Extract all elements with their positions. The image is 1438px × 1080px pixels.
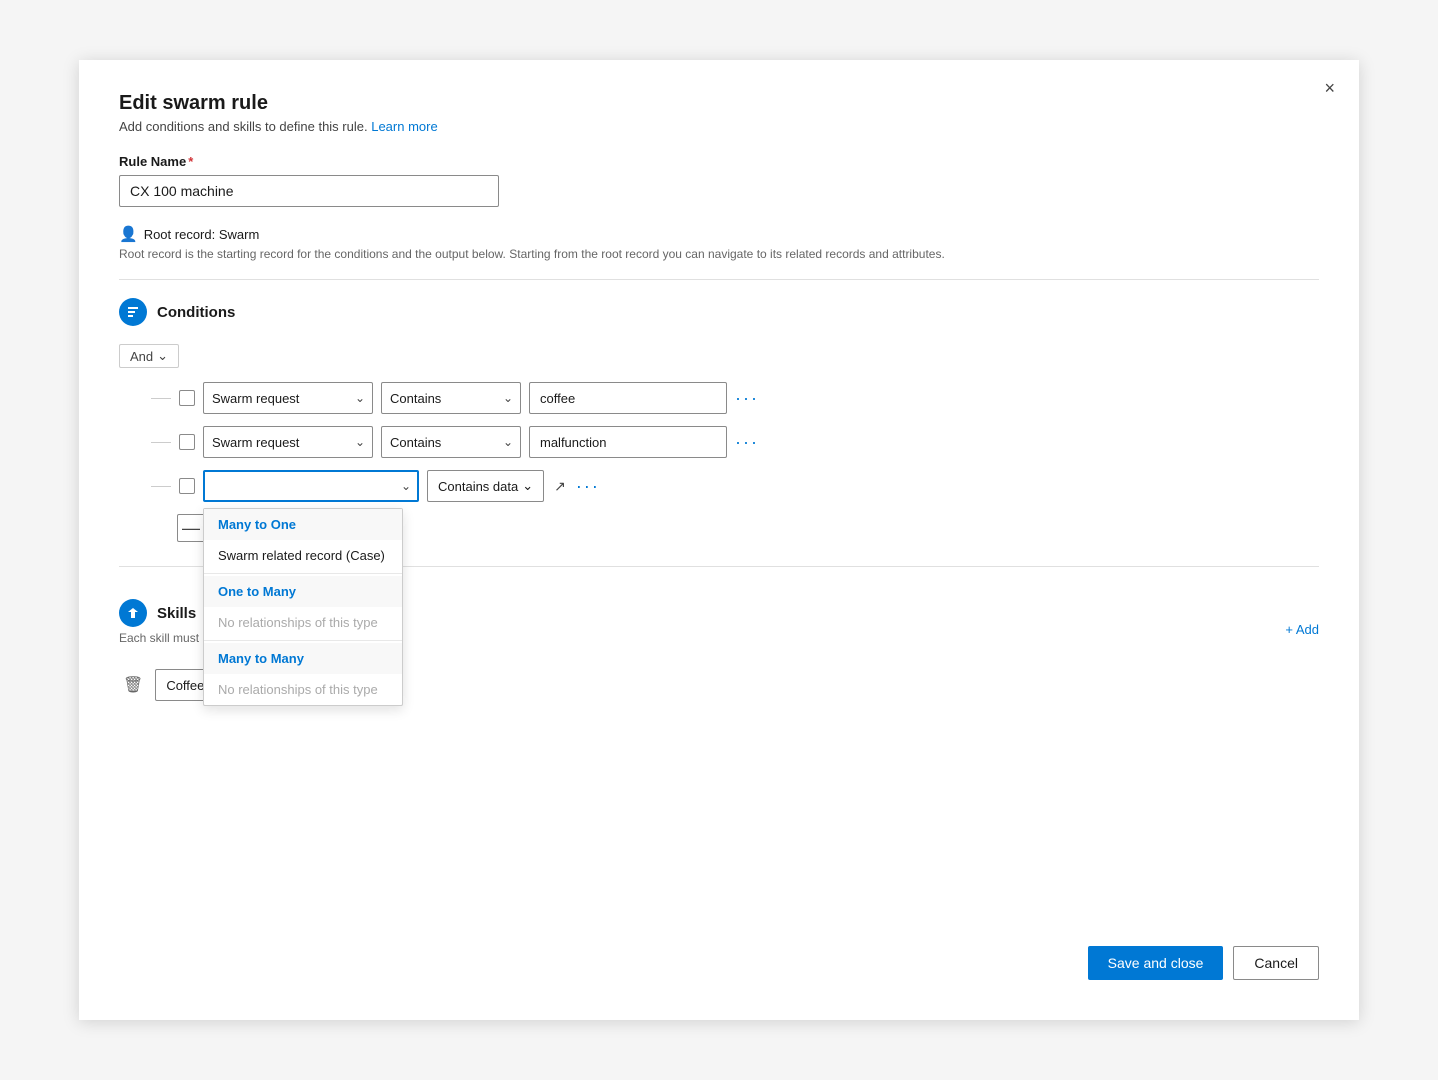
dropdown-category-many-to-many: Many to Many [204, 643, 402, 674]
dropdown-empty-one-to-many: No relationships of this type [204, 607, 402, 638]
root-record-description: Root record is the starting record for t… [119, 247, 1319, 261]
field-dropdown-popup-3: Many to One Swarm related record (Case) … [203, 508, 403, 706]
field-select-1[interactable]: Swarm request [203, 382, 373, 414]
cancel-button[interactable]: Cancel [1233, 946, 1319, 980]
dropdown-empty-many-to-many: No relationships of this type [204, 674, 402, 705]
dropdown-item-swarm-case[interactable]: Swarm related record (Case) [204, 540, 402, 571]
rule-name-section: Rule Name* [119, 154, 1319, 207]
add-condition-btn[interactable]: — [177, 514, 205, 542]
connector-1 [151, 398, 171, 399]
rule-name-input[interactable] [119, 175, 499, 207]
add-skill-button[interactable]: + Add [1285, 622, 1319, 637]
field-select-wrapper-2: Swarm request [203, 426, 373, 458]
field-select-wrapper-1: Swarm request [203, 382, 373, 414]
conditions-section-header: Conditions [119, 298, 1319, 326]
contains-data-wrapper: Contains data ⌄ ↗︎ ··· [427, 470, 600, 502]
skills-title: Skills [157, 605, 196, 622]
rule-name-label: Rule Name* [119, 154, 1319, 169]
dropdown-category-one-to-many: One to Many [204, 576, 402, 607]
field-select-2[interactable]: Swarm request [203, 426, 373, 458]
value-input-2[interactable] [529, 426, 727, 458]
more-options-btn-3[interactable]: ··· [576, 476, 600, 497]
conditions-icon [119, 298, 147, 326]
save-and-close-button[interactable]: Save and close [1088, 946, 1224, 980]
connector-2 [151, 442, 171, 443]
modal-title: Edit swarm rule [119, 92, 1319, 115]
expand-icon-btn[interactable]: ↗︎ [550, 474, 570, 499]
connector-3 [151, 486, 171, 487]
condition-checkbox-2[interactable] [179, 434, 195, 450]
more-options-btn-1[interactable]: ··· [735, 388, 759, 409]
operator-select-2[interactable]: Contains Does not contain Equals [381, 426, 521, 458]
skills-icon [119, 599, 147, 627]
footer-actions: Save and close Cancel [1088, 946, 1319, 980]
conditions-title: Conditions [157, 304, 235, 321]
delete-skill-btn[interactable]: 🗑 [119, 671, 147, 699]
learn-more-link[interactable]: Learn more [371, 119, 437, 134]
more-options-btn-2[interactable]: ··· [735, 432, 759, 453]
close-button[interactable]: × [1324, 78, 1335, 99]
root-record-label: Root record: Swarm [144, 227, 260, 242]
condition-checkbox-3[interactable] [179, 478, 195, 494]
contains-data-btn[interactable]: Contains data ⌄ [427, 470, 544, 502]
condition-row-3: ⌄ Many to One Swarm related record (Case… [151, 470, 1319, 502]
condition-row-1: Swarm request Contains Does not contain … [151, 382, 1319, 414]
and-button[interactable]: And ⌄ [119, 344, 179, 368]
modal-subtitle: Add conditions and skills to define this… [119, 119, 1319, 134]
condition-row-2: Swarm request Contains Does not contain … [151, 426, 1319, 458]
section-divider [119, 279, 1319, 280]
field-dropdown-input-3[interactable] [203, 470, 419, 502]
root-record-icon: 👤 [119, 225, 138, 243]
operator-select-1[interactable]: Contains Does not contain Equals [381, 382, 521, 414]
edit-swarm-rule-modal: × Edit swarm rule Add conditions and ski… [79, 60, 1359, 1020]
root-record-section: 👤 Root record: Swarm [119, 225, 1319, 243]
value-input-1[interactable] [529, 382, 727, 414]
conditions-block: Swarm request Contains Does not contain … [119, 382, 1319, 542]
dropdown-category-many-to-one: Many to One [204, 509, 402, 540]
operator-select-wrapper-2: Contains Does not contain Equals [381, 426, 521, 458]
operator-select-wrapper-1: Contains Does not contain Equals [381, 382, 521, 414]
condition-checkbox-1[interactable] [179, 390, 195, 406]
conditions-area: And ⌄ Swarm request Contains Does not co… [119, 344, 1319, 542]
field-dropdown-wrapper-3: ⌄ Many to One Swarm related record (Case… [203, 470, 419, 502]
